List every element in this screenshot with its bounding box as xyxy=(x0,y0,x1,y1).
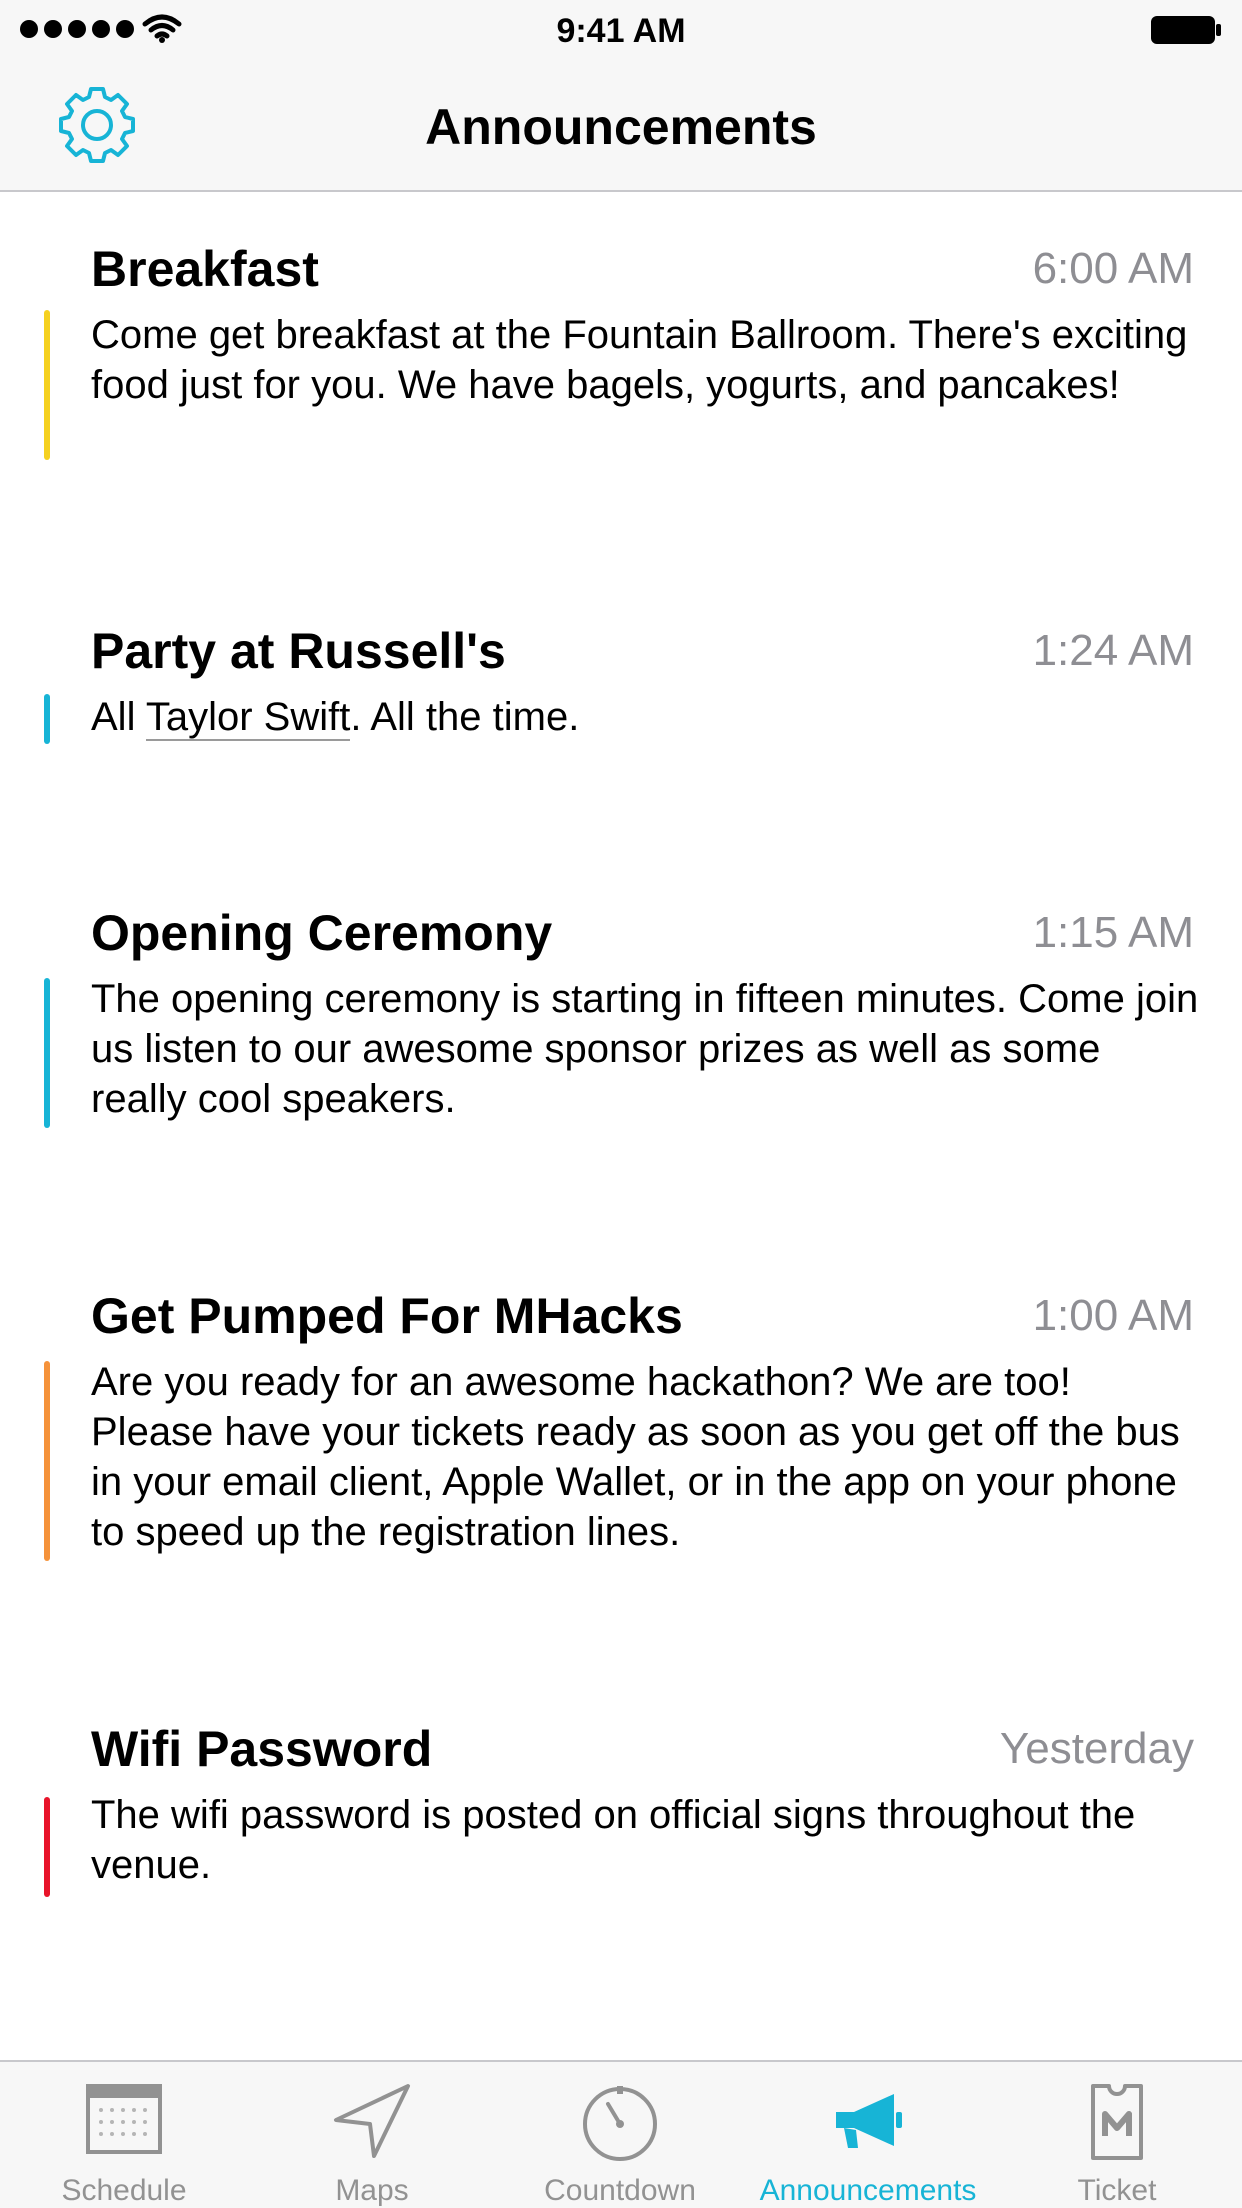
page-title: Announcements xyxy=(425,99,817,155)
announcement-title: Opening Ceremony xyxy=(91,905,553,961)
tab-countdown[interactable]: Countdown xyxy=(496,2062,744,2208)
announcement-color-bar xyxy=(44,1797,50,1897)
announcement-body: The opening ceremony is starting in fift… xyxy=(91,977,1199,1121)
announcement-body: Are you ready for an awesome hackathon? … xyxy=(91,1360,1180,1554)
calendar-icon xyxy=(86,2084,162,2154)
announcement-body-text: . All the time. xyxy=(350,695,580,739)
taylor-swift-link[interactable]: Taylor Swift xyxy=(145,695,351,741)
navigation-arrow-icon xyxy=(334,2084,410,2158)
tab-label: Schedule xyxy=(61,2174,187,2207)
megaphone-icon xyxy=(836,2094,902,2148)
tab-label: Announcements xyxy=(759,2174,977,2207)
announcement-title: Breakfast xyxy=(91,241,319,297)
announcement-title: Get Pumped For MHacks xyxy=(91,1288,683,1344)
announcement-body-text: All xyxy=(91,695,146,739)
navigation-bar: Announcements xyxy=(0,62,1242,192)
tab-schedule[interactable]: Schedule xyxy=(0,2062,248,2208)
announcement-color-bar xyxy=(44,310,50,460)
announcement-color-bar xyxy=(44,978,50,1128)
announcement-color-bar xyxy=(44,1361,50,1561)
ticket-icon xyxy=(1091,2084,1143,2160)
announcement-time: 6:00 AM xyxy=(1032,244,1194,293)
status-bar: 9:41 AM xyxy=(0,0,1242,62)
tab-announcements[interactable]: Announcements xyxy=(744,2062,992,2208)
screen: 9:41 AM Announcements Breakfast 6:00 AM … xyxy=(0,0,1242,2208)
announcement-time: 1:24 AM xyxy=(1032,626,1194,675)
tab-label: Countdown xyxy=(544,2174,696,2207)
announcement-body: All Taylor Swift. All the time. xyxy=(91,692,1201,742)
announcement-title: Party at Russell's xyxy=(91,623,506,679)
announcement-body: Come get breakfast at the Fountain Ballr… xyxy=(91,313,1188,407)
stopwatch-icon xyxy=(583,2086,657,2161)
tab-maps[interactable]: Maps xyxy=(248,2062,496,2208)
battery-icon xyxy=(1151,16,1221,44)
announcement-time: 1:15 AM xyxy=(1032,908,1194,957)
tab-ticket[interactable]: Ticket xyxy=(992,2062,1242,2208)
status-time: 9:41 AM xyxy=(556,12,686,50)
announcement-color-bar xyxy=(44,694,50,744)
announcements-list: Breakfast 6:00 AM Come get breakfast at … xyxy=(0,194,1242,2060)
announcement-time: Yesterday xyxy=(999,1724,1194,1773)
tab-bar: Schedule Maps Countdown Announcements Ti… xyxy=(0,2060,1242,2208)
tab-label: Ticket xyxy=(1077,2174,1157,2207)
announcement-time: 1:00 AM xyxy=(1032,1291,1194,1340)
announcement-title: Wifi Password xyxy=(91,1721,433,1777)
announcement-body: The wifi password is posted on official … xyxy=(91,1793,1136,1887)
tab-label: Maps xyxy=(335,2174,409,2207)
